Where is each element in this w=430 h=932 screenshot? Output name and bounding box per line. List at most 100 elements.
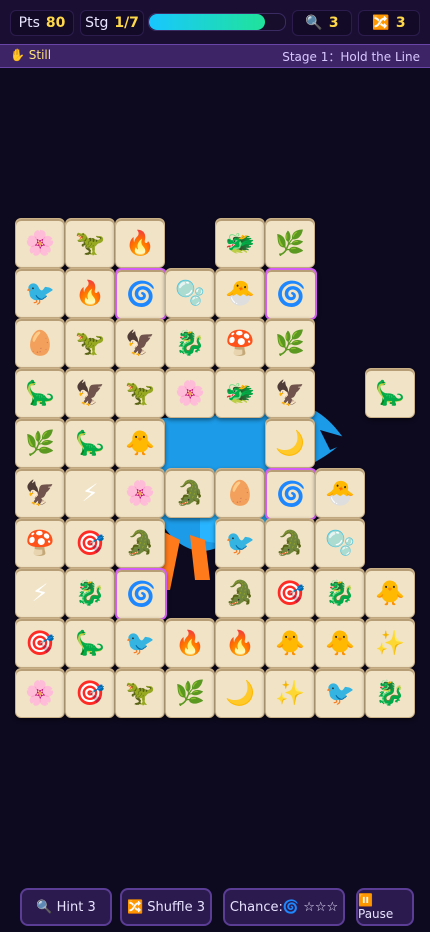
hint-button[interactable]: 🔍 Hint 3 — [20, 888, 112, 926]
crescent-moon-icon: 🌙 — [275, 429, 305, 457]
tile-hatching-chick[interactable]: 🐣 — [215, 268, 265, 318]
tile-cyclone[interactable]: 🌀 — [115, 268, 167, 320]
tile-dragon[interactable]: 🐉 — [315, 568, 365, 618]
tile-fire[interactable]: 🔥 — [215, 618, 265, 668]
tile-t-rex[interactable]: 🦖 — [115, 368, 165, 418]
hatching-chick-icon: 🐣 — [225, 279, 255, 307]
tile-target[interactable]: 🎯 — [15, 618, 65, 668]
cherry-blossom-icon: 🌸 — [25, 679, 55, 707]
tile-chick[interactable]: 🐥 — [365, 568, 415, 618]
target-icon: 🎯 — [75, 529, 105, 557]
tile-eagle[interactable]: 🦅 — [115, 318, 165, 368]
tile-bird[interactable]: 🐦 — [115, 618, 165, 668]
tile-chick[interactable]: 🐥 — [115, 418, 165, 468]
tile-lightning[interactable]: ⚡ — [65, 468, 115, 518]
tile-hatching-chick[interactable]: 🐣 — [315, 468, 365, 518]
tile-t-rex[interactable]: 🦖 — [115, 668, 165, 718]
tile-sauropod[interactable]: 🦕 — [65, 618, 115, 668]
tile-cherry-blossom[interactable]: 🌸 — [165, 368, 215, 418]
bubbles-icon: 🫧 — [175, 279, 205, 307]
tile-crocodile[interactable]: 🐊 — [215, 568, 265, 618]
tile-cyclone[interactable]: 🌀 — [265, 268, 317, 320]
tile-dragon-face[interactable]: 🐲 — [215, 368, 265, 418]
tile-fire[interactable]: 🔥 — [115, 218, 165, 268]
pause-button[interactable]: ⏸️ Pause — [356, 888, 414, 926]
tile-herb[interactable]: 🌿 — [15, 418, 65, 468]
tile-crocodile[interactable]: 🐊 — [115, 518, 165, 568]
tile-crescent-moon[interactable]: 🌙 — [265, 418, 315, 468]
chance-button[interactable]: Chance:🌀 ☆☆☆ — [223, 888, 345, 926]
dragon-face-icon: 🐲 — [225, 229, 255, 257]
tile-mushroom[interactable]: 🍄 — [15, 518, 65, 568]
fire-icon: 🔥 — [125, 229, 155, 257]
bird-icon: 🐦 — [225, 529, 255, 557]
chick-icon: 🐥 — [375, 579, 405, 607]
tile-lightning[interactable]: ⚡ — [15, 568, 65, 618]
tile-bird[interactable]: 🐦 — [15, 268, 65, 318]
fire-icon: 🔥 — [175, 629, 205, 657]
tile-eagle[interactable]: 🦅 — [15, 468, 65, 518]
cyclone-icon: 🌀 — [276, 280, 306, 308]
tile-cherry-blossom[interactable]: 🌸 — [115, 468, 165, 518]
tile-dragon[interactable]: 🐉 — [165, 318, 215, 368]
cherry-blossom-icon: 🌸 — [175, 379, 205, 407]
chick-icon: 🐥 — [275, 629, 305, 657]
tile-chick[interactable]: 🐥 — [315, 618, 365, 668]
t-rex-icon: 🦖 — [75, 329, 105, 357]
tile-sauropod[interactable]: 🦕 — [15, 368, 65, 418]
tile-sparkles[interactable]: ✨ — [265, 668, 315, 718]
tile-mushroom[interactable]: 🍄 — [215, 318, 265, 368]
fire-icon: 🔥 — [225, 629, 255, 657]
tile-crocodile[interactable]: 🐊 — [265, 518, 315, 568]
chick-icon: 🐥 — [325, 629, 355, 657]
tile-t-rex[interactable]: 🦖 — [65, 218, 115, 268]
tile-eagle[interactable]: 🦅 — [65, 368, 115, 418]
tile-sparkles[interactable]: ✨ — [365, 618, 415, 668]
chick-icon: 🐥 — [125, 429, 155, 457]
tile-herb[interactable]: 🌿 — [265, 318, 315, 368]
tile-bird[interactable]: 🐦 — [315, 668, 365, 718]
bird-icon: 🐦 — [125, 629, 155, 657]
tile-t-rex[interactable]: 🦖 — [65, 318, 115, 368]
dragon-icon: 🐉 — [375, 679, 405, 707]
mushroom-icon: 🍄 — [225, 329, 255, 357]
tile-bubbles[interactable]: 🫧 — [315, 518, 365, 568]
eagle-icon: 🦅 — [25, 479, 55, 507]
sauropod-icon: 🦕 — [375, 379, 405, 407]
tile-bird[interactable]: 🐦 — [215, 518, 265, 568]
egg-icon: 🥚 — [25, 329, 55, 357]
eagle-icon: 🦅 — [275, 379, 305, 407]
crocodile-icon: 🐊 — [275, 529, 305, 557]
tile-herb[interactable]: 🌿 — [265, 218, 315, 268]
tile-cyclone[interactable]: 🌀 — [265, 468, 317, 520]
sauropod-icon: 🦕 — [25, 379, 55, 407]
tile-bubbles[interactable]: 🫧 — [165, 268, 215, 318]
tile-chick[interactable]: 🐥 — [265, 618, 315, 668]
tile-dragon-face[interactable]: 🐲 — [215, 218, 265, 268]
tile-sauropod[interactable]: 🦕 — [65, 418, 115, 468]
tile-herb[interactable]: 🌿 — [165, 668, 215, 718]
crocodile-icon: 🐊 — [225, 579, 255, 607]
tile-dragon[interactable]: 🐉 — [365, 668, 415, 718]
tile-egg[interactable]: 🥚 — [15, 318, 65, 368]
tile-crocodile[interactable]: 🐊 — [165, 468, 215, 518]
tile-cyclone[interactable]: 🌀 — [115, 568, 167, 620]
shuffle-button[interactable]: 🔀 Shuffle 3 — [120, 888, 212, 926]
tile-egg[interactable]: 🥚 — [215, 468, 265, 518]
tile-target[interactable]: 🎯 — [265, 568, 315, 618]
lightning-icon: ⚡ — [81, 479, 99, 507]
tile-sauropod[interactable]: 🦕 — [365, 368, 415, 418]
tile-cherry-blossom[interactable]: 🌸 — [15, 218, 65, 268]
tile-target[interactable]: 🎯 — [65, 518, 115, 568]
tile-fire[interactable]: 🔥 — [65, 268, 115, 318]
crocodile-icon: 🐊 — [175, 479, 205, 507]
eagle-icon: 🦅 — [75, 379, 105, 407]
tile-cherry-blossom[interactable]: 🌸 — [15, 668, 65, 718]
sparkles-icon: ✨ — [275, 679, 305, 707]
tile-crescent-moon[interactable]: 🌙 — [215, 668, 265, 718]
tile-eagle[interactable]: 🦅 — [265, 368, 315, 418]
cyclone-icon: 🌀 — [126, 280, 156, 308]
tile-fire[interactable]: 🔥 — [165, 618, 215, 668]
tile-target[interactable]: 🎯 — [65, 668, 115, 718]
tile-dragon[interactable]: 🐉 — [65, 568, 115, 618]
